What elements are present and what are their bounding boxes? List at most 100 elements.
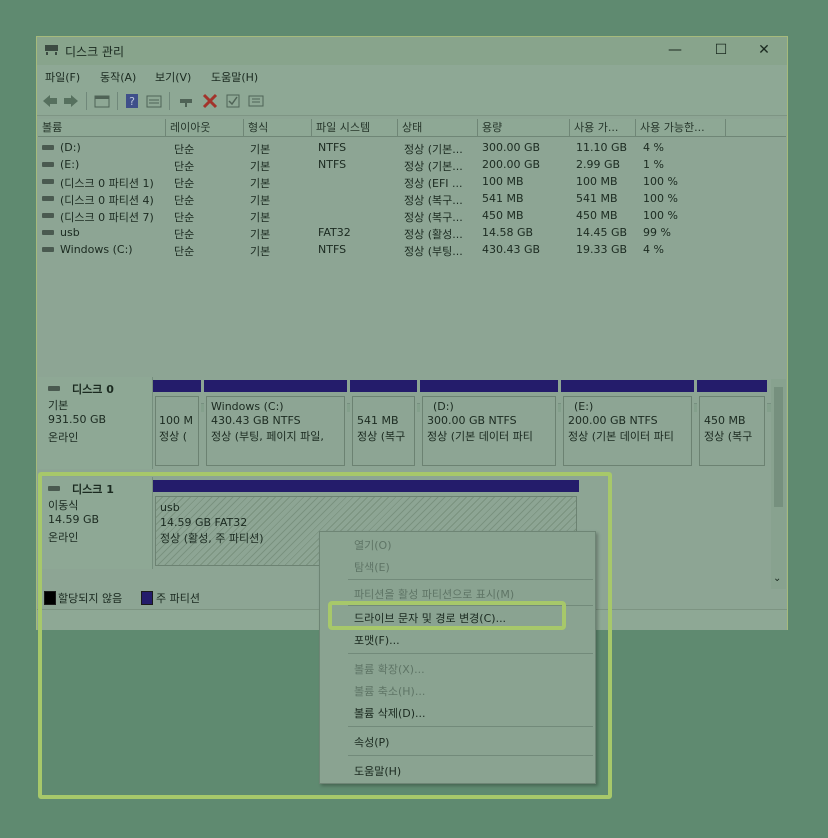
scroll-down-icon[interactable]: ⌄ xyxy=(773,573,781,584)
disk0-label[interactable]: 디스크 0 기본 931.50 GB 온라인 xyxy=(38,377,153,469)
column-header-capacity[interactable]: 용량 xyxy=(478,119,570,137)
vertical-scrollbar[interactable]: ⌄ xyxy=(771,379,786,589)
minimize-button[interactable]: — xyxy=(665,41,685,59)
partition-block[interactable]: (D:) 300.00 GB NTFS 정상 (기본 데이터 파티 xyxy=(420,380,558,468)
partition-block[interactable]: (E:) 200.00 GB NTFS 정상 (기본 데이터 파티 xyxy=(561,380,694,468)
scrollbar-thumb[interactable] xyxy=(774,387,783,507)
menu-explore[interactable]: 탐색(E) xyxy=(354,559,390,575)
properties-icon[interactable] xyxy=(145,93,163,109)
connect-icon[interactable] xyxy=(177,93,195,109)
cell-type: 기본 xyxy=(250,177,271,190)
table-row[interactable]: usb 단순 기본 FAT32 정상 (활성... 14.58 GB 14.45… xyxy=(38,224,786,241)
disk1-label[interactable]: 디스크 1 이동식 14.59 GB 온라인 xyxy=(38,477,153,569)
partition-body: (E:) 200.00 GB NTFS 정상 (기본 데이터 파티 xyxy=(563,396,692,466)
cell-layout: 단순 xyxy=(174,211,195,224)
cell-capacity: 450 MB xyxy=(482,209,524,222)
cell-percent-free: 99 % xyxy=(643,226,671,239)
forward-arrow-icon[interactable] xyxy=(62,93,80,109)
cell-free: 100 MB xyxy=(576,175,618,188)
table-row[interactable]: (디스크 0 파티션 1) 단순 기본 정상 (EFI ... 100 MB 1… xyxy=(38,173,786,190)
cell-layout: 단순 xyxy=(174,177,195,190)
svg-text:?: ? xyxy=(129,95,135,108)
partition-bar xyxy=(204,380,347,392)
menu-extend-volume[interactable]: 볼륨 확장(X)... xyxy=(354,661,425,677)
list-icon[interactable] xyxy=(247,93,265,109)
table-row[interactable]: (디스크 0 파티션 4) 단순 기본 정상 (복구... 541 MB 541… xyxy=(38,190,786,207)
menu-open[interactable]: 열기(O) xyxy=(354,537,391,553)
column-header-filesystem[interactable]: 파일 시스템 xyxy=(312,119,398,137)
column-header-free[interactable]: 사용 가... xyxy=(570,119,636,137)
cell-free: 450 MB xyxy=(576,209,618,222)
cell-status: 정상 (부팅... xyxy=(404,245,463,258)
menu-shrink-volume[interactable]: 볼륨 축소(H)... xyxy=(354,683,425,699)
cell-status: 정상 (복구... xyxy=(404,194,463,207)
table-row[interactable]: Windows (C:) 단순 기본 NTFS 정상 (부팅... 430.43… xyxy=(38,241,786,258)
partition-block[interactable]: 100 M 정상 ( xyxy=(153,380,201,468)
table-row[interactable]: (E:) 단순 기본 NTFS 정상 (기본... 200.00 GB 2.99… xyxy=(38,156,786,173)
partition-status: 정상 (부팅, 페이지 파일, xyxy=(211,430,324,443)
menu-change-drive-letter[interactable]: 드라이브 문자 및 경로 변경(C)... xyxy=(354,610,506,626)
check-icon[interactable] xyxy=(224,93,242,109)
drive-icon xyxy=(42,145,54,150)
menu-separator xyxy=(348,653,593,654)
toolbar-separator xyxy=(169,92,170,110)
disk-icon xyxy=(48,386,60,391)
maximize-button[interactable]: ☐ xyxy=(711,41,731,59)
disk1-status: 온라인 xyxy=(48,531,79,544)
menu-file[interactable]: 파일(F) xyxy=(45,69,80,85)
partition-size: 541 MB xyxy=(357,414,399,427)
cell-status: 정상 (활성... xyxy=(404,228,463,241)
partition-name: (D:) xyxy=(433,400,454,413)
column-header-status[interactable]: 상태 xyxy=(398,119,478,137)
column-header-type[interactable]: 형식 xyxy=(244,119,312,137)
cell-free: 19.33 GB xyxy=(576,243,628,256)
menu-format[interactable]: 포맷(F)... xyxy=(354,632,400,648)
context-menu: 열기(O) 탐색(E) 파티션을 활성 파티션으로 표시(M) 드라이브 문자 … xyxy=(319,531,596,784)
disk0-name: 디스크 0 xyxy=(72,383,114,396)
menu-help[interactable]: 도움말(H) xyxy=(354,763,401,779)
menu-separator xyxy=(348,605,593,606)
drive-icon xyxy=(42,247,54,252)
column-header-percent-free[interactable]: 사용 가능한... xyxy=(636,119,726,137)
partition-block[interactable]: 450 MB 정상 (복구 xyxy=(697,380,767,468)
partition-size: 300.00 GB NTFS xyxy=(427,414,517,427)
partition-status: 정상 (복구 xyxy=(357,430,406,443)
menu-mark-active[interactable]: 파티션을 활성 파티션으로 표시(M) xyxy=(354,586,514,602)
disk-management-icon xyxy=(45,45,58,55)
cell-filesystem: FAT32 xyxy=(318,226,351,239)
back-arrow-icon[interactable] xyxy=(41,93,59,109)
legend-primary: 주 파티션 xyxy=(156,592,200,605)
partition-block[interactable]: Windows (C:) 430.43 GB NTFS 정상 (부팅, 페이지 … xyxy=(204,380,347,468)
partition-bar xyxy=(561,380,694,392)
cell-volume: (디스크 0 파티션 7) xyxy=(60,211,154,224)
cell-free: 541 MB xyxy=(576,192,618,205)
cell-layout: 단순 xyxy=(174,194,195,207)
close-button[interactable]: ✕ xyxy=(754,41,774,59)
disk1-type: 이동식 xyxy=(48,499,79,512)
cell-capacity: 200.00 GB xyxy=(482,158,541,171)
menu-action[interactable]: 동작(A) xyxy=(100,69,136,85)
cell-status: 정상 (EFI ... xyxy=(404,177,463,190)
help-icon[interactable]: ? xyxy=(123,93,141,109)
menu-view[interactable]: 보기(V) xyxy=(155,69,191,85)
menu-properties[interactable]: 속성(P) xyxy=(354,734,389,750)
console-tree-icon[interactable] xyxy=(93,93,111,109)
cell-status: 정상 (기본... xyxy=(404,143,463,156)
drive-icon xyxy=(42,196,54,201)
disk0-size: 931.50 GB xyxy=(48,413,107,426)
partition-name: usb xyxy=(160,501,180,514)
partition-block[interactable]: 541 MB 정상 (복구 xyxy=(350,380,417,468)
disk-icon xyxy=(48,486,60,491)
partition-name: Windows (C:) xyxy=(211,400,284,413)
menu-help[interactable]: 도움말(H) xyxy=(211,69,258,85)
partition-bar xyxy=(420,380,558,392)
cell-percent-free: 4 % xyxy=(643,141,664,154)
cell-volume: (디스크 0 파티션 4) xyxy=(60,194,154,207)
delete-icon[interactable] xyxy=(201,93,219,109)
cell-filesystem: NTFS xyxy=(318,243,347,256)
column-header-volume[interactable]: 볼륨 xyxy=(38,119,166,137)
table-row[interactable]: (디스크 0 파티션 7) 단순 기본 정상 (복구... 450 MB 450… xyxy=(38,207,786,224)
menu-delete-volume[interactable]: 볼륨 삭제(D)... xyxy=(354,705,426,721)
column-header-layout[interactable]: 레이아웃 xyxy=(166,119,244,137)
table-row[interactable]: (D:) 단순 기본 NTFS 정상 (기본... 300.00 GB 11.1… xyxy=(38,139,786,156)
